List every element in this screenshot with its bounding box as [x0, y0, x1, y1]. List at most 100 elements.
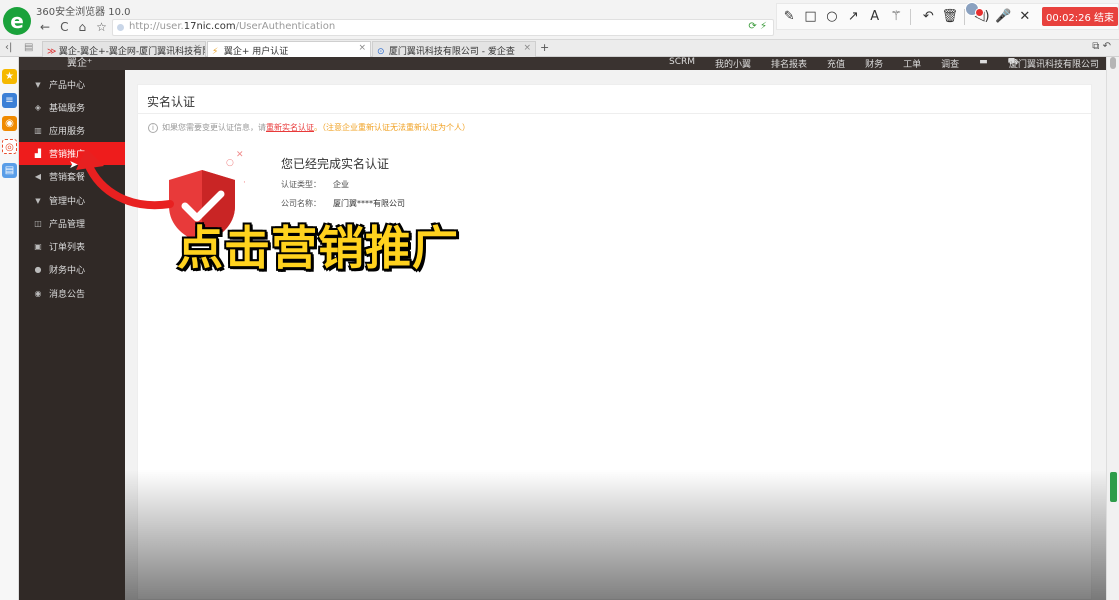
megaphone-icon: ◀	[34, 172, 42, 181]
caret-down-icon: ▼	[35, 196, 41, 205]
sidebar-item-label: 订单列表	[49, 243, 86, 253]
reauthenticate-link[interactable]: 重新实名认证	[266, 122, 314, 133]
site-info-icon[interactable]	[117, 24, 124, 31]
undo-icon[interactable]: ↶	[919, 9, 937, 24]
sidebar-item-basic-services[interactable]: ◈ 基础服务	[19, 96, 125, 119]
url-domain: 17nic.com	[183, 21, 236, 32]
arrow-icon[interactable]: ↗	[844, 9, 862, 24]
circle-icon[interactable]: ○	[823, 9, 841, 24]
document-icon[interactable]: ▤	[2, 163, 17, 178]
header-link-my-yi[interactable]: 我的小翼	[715, 57, 751, 70]
screen-recorder-toolbar: ✎ □ ○ ↗ A ⚚ ↶ 🗑 ◁) 🎤 ✕ 00:02:26 结束	[776, 3, 1119, 30]
tutorial-caption: 点击营销推广	[177, 221, 459, 275]
sidebar-group-product-center[interactable]: ▼ 产品中心	[19, 73, 125, 96]
magic-wand-icon[interactable]: ⚚	[887, 9, 905, 24]
browser-logo-icon[interactable]: e	[3, 7, 31, 35]
auth-type-value: 企业	[333, 180, 349, 189]
header-company-name[interactable]: 厦门翼讯科技有限公司	[1009, 57, 1099, 70]
video-fade-overlay	[125, 470, 1119, 600]
browser-title: 360安全浏览器 10.0	[36, 7, 131, 18]
scroll-thumb[interactable]	[1110, 57, 1116, 69]
tab-aiqicha[interactable]: ⊙ 厦门翼讯科技有限公司 - 爱企查 ×	[372, 41, 536, 57]
page-scrollbar[interactable]	[1106, 57, 1119, 600]
notice-prefix: 如果您需要变更认证信息，请	[162, 123, 266, 132]
url-path: /UserAuthentication	[235, 21, 336, 32]
sidebar-item-label: 消息公告	[49, 290, 86, 300]
text-icon[interactable]: A	[866, 9, 884, 24]
box-manage-icon: ◫	[34, 219, 42, 228]
tab-list-icon[interactable]: ▤	[24, 42, 33, 53]
recording-timer-button[interactable]: 00:02:26 结束	[1041, 7, 1119, 26]
app-header: 翼企⁺ SCRM 我的小翼 排名报表 充值 财务 工单 调查 ▬ ⛟ 厦门翼讯科…	[19, 57, 1106, 70]
sidebar-item-label: 应用服务	[49, 127, 86, 137]
lock-icon: ▣	[34, 242, 42, 251]
target-icon[interactable]: ◎	[2, 139, 17, 154]
url-prefix: http://user.	[129, 21, 184, 32]
address-bar[interactable]: http://user.17nic.com/UserAuthentication…	[112, 19, 774, 36]
tab-user-auth[interactable]: ⚡ 翼企+ 用户认证 ×	[207, 41, 371, 57]
tab-favicon-icon: ≫	[47, 47, 57, 57]
new-tab-button[interactable]: +	[540, 41, 549, 54]
security-icon[interactable]: ⟳ ⚡	[748, 21, 767, 32]
sidebar-item-order-list[interactable]: ▣ 订单列表	[19, 235, 125, 258]
tab-scroll-left-icon[interactable]: ‹|	[5, 42, 12, 53]
header-link-survey[interactable]: 调查	[941, 57, 959, 70]
close-icon[interactable]: ✕	[1016, 9, 1034, 24]
verified-title: 您已经完成实名认证	[281, 157, 390, 171]
tab-restore-icon[interactable]: ⧉ ↶	[1092, 41, 1111, 52]
scroll-marker	[1110, 472, 1117, 502]
divider	[137, 113, 1092, 114]
globe-icon: ◉	[34, 289, 42, 298]
back-icon[interactable]: ←	[40, 20, 50, 34]
header-link-finance[interactable]: 财务	[865, 57, 883, 70]
auth-notice: i 如果您需要变更认证信息，请 重新实名认证 。（注意企业重新认证无法重新认证为…	[148, 122, 470, 133]
list-icon[interactable]: ≡	[2, 93, 17, 108]
sparkle-icon: ·	[243, 178, 246, 188]
sidebar-item-label: 财务中心	[49, 266, 86, 276]
tutorial-arrow-icon	[76, 148, 174, 210]
refresh-icon[interactable]: C	[60, 20, 68, 34]
bookmark-star-icon[interactable]: ☆	[96, 20, 107, 34]
notification-badge	[975, 8, 984, 17]
header-link-scrm[interactable]: SCRM	[669, 57, 695, 70]
tab-close-icon[interactable]: ×	[193, 43, 201, 53]
app-logo[interactable]: 翼企⁺	[67, 54, 92, 69]
nav-buttons: ← C ⌂ ☆	[40, 20, 107, 34]
sidebar-item-announcements[interactable]: ◉ 消息公告	[19, 282, 125, 305]
sparkle-icon: ✕	[236, 150, 244, 160]
chart-icon: ▟	[34, 149, 42, 158]
home-icon[interactable]: ⌂	[78, 20, 86, 34]
tab-label: 翼企+ 用户认证	[223, 47, 289, 57]
sidebar-item-label: 基础服务	[49, 104, 86, 114]
header-nav: SCRM 我的小翼 排名报表 充值 财务 工单 调查 ▬ ⛟	[669, 57, 1019, 70]
url-text: http://user.17nic.com/UserAuthentication	[129, 21, 335, 32]
header-link-ranking[interactable]: 排名报表	[771, 57, 807, 70]
trash-icon[interactable]: 🗑	[941, 9, 959, 24]
auth-type-label: 认证类型：	[281, 180, 321, 189]
microphone-icon[interactable]: 🎤	[994, 9, 1012, 24]
tab-close-icon[interactable]: ×	[523, 43, 531, 53]
box-icon: ◈	[34, 103, 42, 112]
tab-favicon-icon: ⚡	[212, 47, 219, 57]
header-link-recharge[interactable]: 充值	[827, 57, 845, 70]
caret-down-icon: ▼	[35, 80, 41, 89]
pen-icon[interactable]: ✎	[780, 9, 798, 24]
info-icon: i	[148, 122, 158, 133]
rectangle-icon[interactable]: □	[801, 9, 819, 24]
weibo-icon[interactable]: ◉	[2, 116, 17, 131]
message-icon[interactable]: ▬	[979, 57, 988, 70]
tab-bar: ‹| ▤ ≫ 翼企-翼企+-翼企网-厦门翼讯科技有限 × ⚡ 翼企+ 用户认证 …	[0, 40, 1119, 57]
sidebar-item-app-services[interactable]: ▥ 应用服务	[19, 119, 125, 142]
sparkle-icon: ○	[226, 158, 234, 168]
money-bag-icon: ●	[34, 265, 42, 274]
mouse-cursor-icon: ➤	[69, 158, 79, 171]
company-name-value: 厦门翼****有限公司	[333, 199, 405, 208]
sidebar-item-finance-center[interactable]: ● 财务中心	[19, 258, 125, 281]
browser-sidebar: ★ ≡ ◉ ◎ ▤	[0, 57, 19, 600]
favorites-star-icon[interactable]: ★	[2, 69, 17, 84]
notice-warning: 。（注意企业重新认证无法重新认证为个人）	[314, 123, 470, 132]
tab-close-icon[interactable]: ×	[358, 43, 366, 53]
header-link-ticket[interactable]: 工单	[903, 57, 921, 70]
tab-favicon-icon: ⊙	[377, 47, 385, 57]
building-icon: ▥	[34, 126, 42, 135]
